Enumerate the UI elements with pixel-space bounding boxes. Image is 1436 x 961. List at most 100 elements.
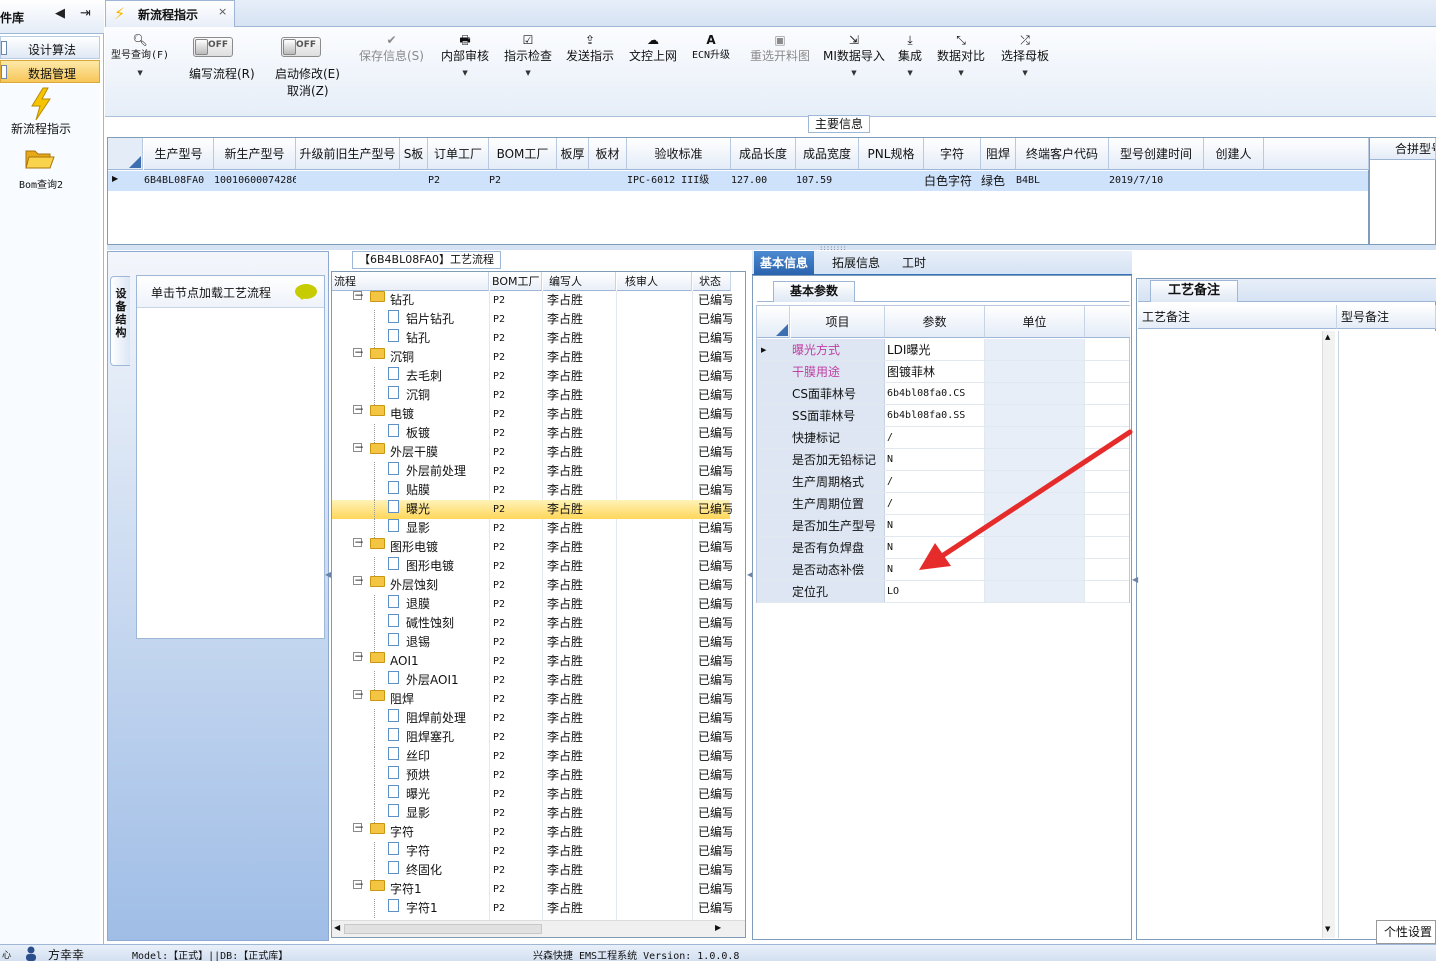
- col-header[interactable]: 阻焊: [981, 138, 1016, 170]
- scroll-down-icon[interactable]: ▼: [1325, 925, 1330, 933]
- row-cell[interactable]: B4BL: [1016, 171, 1109, 191]
- collapse-left-icon[interactable]: ◀: [55, 6, 65, 21]
- dropdown-arrow-icon[interactable]: ▼: [441, 66, 489, 80]
- col-flow[interactable]: 流程: [332, 272, 489, 291]
- scrollbar-thumb[interactable]: [344, 924, 542, 934]
- param-row[interactable]: CS面菲林号 6b4bl08fa0.CS: [757, 383, 1129, 405]
- row-cell[interactable]: 2019/7/10: [1109, 171, 1204, 191]
- param-row[interactable]: 定位孔 LO: [757, 581, 1129, 603]
- tree-row[interactable]: 字符 P2 李占胜 已编写: [332, 842, 732, 861]
- tree-row[interactable]: 钻孔 P2 李占胜 已编写: [332, 329, 732, 348]
- tree-row[interactable]: 阻焊塞孔 P2 李占胜 已编写: [332, 728, 732, 747]
- tree-row[interactable]: 显影 P2 李占胜 已编写: [332, 519, 732, 538]
- param-unit[interactable]: [985, 383, 1085, 404]
- row-cell[interactable]: [400, 171, 428, 191]
- compare-button[interactable]: ⤡ 数据对比 ▼: [937, 31, 985, 80]
- col-process-remark[interactable]: 工艺备注: [1138, 305, 1337, 329]
- row-cell[interactable]: 绿色: [981, 171, 1016, 191]
- param-unit[interactable]: [985, 339, 1085, 360]
- edit-flow-toggle[interactable]: OFF: [193, 37, 233, 57]
- library-item-data-management[interactable]: 数据管理: [0, 60, 100, 83]
- col-header[interactable]: 板材: [589, 138, 627, 170]
- tree-row[interactable]: − 外层干膜 P2 李占胜 已编写: [332, 441, 732, 462]
- tab-process-remark[interactable]: 工艺备注: [1150, 280, 1238, 302]
- horizontal-splitter[interactable]: [107, 245, 1436, 250]
- send-button[interactable]: ⇪ 发送指示: [566, 31, 614, 63]
- ecn-button[interactable]: A ECN升级: [692, 31, 730, 63]
- col-model-remark[interactable]: 型号备注: [1337, 305, 1436, 329]
- param-row[interactable]: SS面菲林号 6b4bl08fa0.SS: [757, 405, 1129, 427]
- dropdown-arrow-icon[interactable]: ▼: [504, 66, 552, 80]
- dropdown-arrow-icon[interactable]: ▼: [1001, 66, 1049, 80]
- upload-button[interactable]: ☁ 文控上网: [629, 31, 677, 63]
- close-icon[interactable]: ×: [218, 5, 227, 18]
- edit-flow-label[interactable]: 编写流程(R): [189, 65, 255, 82]
- tree-row[interactable]: − 外层蚀刻 P2 李占胜 已编写: [332, 574, 732, 595]
- collapse-node-icon[interactable]: −: [353, 688, 364, 700]
- collapse-arrow-icon[interactable]: ◀: [1132, 575, 1138, 584]
- col-param[interactable]: 参数: [885, 306, 985, 338]
- row-cell[interactable]: P2: [428, 171, 489, 191]
- tree-row[interactable]: − 阻焊 P2 李占胜 已编写: [332, 688, 732, 709]
- collapse-node-icon[interactable]: −: [353, 441, 364, 453]
- cancel-label[interactable]: 取消(Z): [287, 82, 329, 99]
- collapse-node-icon[interactable]: −: [353, 536, 364, 548]
- lightning-icon[interactable]: [29, 87, 53, 121]
- tree-row[interactable]: − 电镀 P2 李占胜 已编写: [332, 403, 732, 424]
- collapse-node-icon[interactable]: −: [353, 650, 364, 662]
- param-unit[interactable]: [985, 581, 1085, 602]
- param-value[interactable]: LO: [885, 581, 985, 602]
- start-modify-label[interactable]: 启动修改(E): [275, 65, 340, 82]
- col-header[interactable]: 型号创建时间: [1109, 138, 1204, 170]
- tab-basic-info[interactable]: 基本信息: [754, 251, 815, 275]
- tab-new-flow[interactable]: ⚡ 新流程指示 ×: [105, 0, 235, 27]
- col-header[interactable]: 生产型号: [144, 138, 214, 170]
- param-unit[interactable]: [985, 361, 1085, 382]
- pin-icon[interactable]: ⇥: [80, 6, 91, 21]
- collapse-node-icon[interactable]: −: [353, 574, 364, 586]
- param-value[interactable]: 6b4bl08fa0.SS: [885, 405, 985, 426]
- row-cell[interactable]: [589, 171, 627, 191]
- col-header[interactable]: 成品宽度: [796, 138, 859, 170]
- tree-row[interactable]: 预烘 P2 李占胜 已编写: [332, 766, 732, 785]
- dropdown-arrow-icon[interactable]: ▼: [111, 66, 169, 80]
- collapse-node-icon[interactable]: −: [353, 878, 364, 890]
- tree-row[interactable]: 退膜 P2 李占胜 已编写: [332, 595, 732, 614]
- collapse-node-icon[interactable]: −: [353, 291, 364, 301]
- library-item-design-algorithm[interactable]: 设计算法: [0, 36, 100, 59]
- param-row[interactable]: 干膜用途 图镀菲林: [757, 361, 1129, 383]
- mi-import-button[interactable]: ⇲ MI数据导入 ▼: [823, 31, 885, 80]
- structure-node-box[interactable]: 单击节点加载工艺流程: [136, 275, 325, 639]
- tab-basic-params[interactable]: 基本参数: [773, 281, 855, 302]
- row-cell[interactable]: 白色字符: [924, 171, 981, 191]
- row-cell[interactable]: 6B4BL08FA0: [144, 171, 214, 191]
- tree-row[interactable]: 去毛刺 P2 李占胜 已编写: [332, 367, 732, 386]
- tree-row[interactable]: 退锡 P2 李占胜 已编写: [332, 633, 732, 652]
- tree-row[interactable]: 板镀 P2 李占胜 已编写: [332, 424, 732, 443]
- shortcut-new-flow-label[interactable]: 新流程指示: [0, 120, 82, 137]
- row-cell[interactable]: P2: [489, 171, 557, 191]
- col-item[interactable]: 项目: [791, 306, 885, 338]
- tree-row[interactable]: − 钻孔 P2 李占胜 已编写: [332, 291, 732, 310]
- row-cell[interactable]: 107.59: [796, 171, 859, 191]
- col-header[interactable]: BOM工厂: [489, 138, 557, 170]
- tree-row[interactable]: 贴膜 P2 李占胜 已编写: [332, 481, 732, 500]
- col-unit[interactable]: 单位: [985, 306, 1085, 338]
- open-folder-icon[interactable]: [25, 146, 55, 170]
- col-author[interactable]: 编写人: [543, 272, 616, 291]
- collapse-node-icon[interactable]: −: [353, 403, 364, 415]
- param-unit[interactable]: [985, 405, 1085, 426]
- col-status[interactable]: 状态: [693, 272, 731, 291]
- tree-row[interactable]: 曝光 P2 李占胜 已编写: [332, 500, 732, 519]
- model-remark-area[interactable]: [1338, 331, 1436, 938]
- tree-row[interactable]: 显影 P2 李占胜 已编写: [332, 804, 732, 823]
- row-cell[interactable]: [296, 171, 400, 191]
- col-header[interactable]: 终端客户代码: [1016, 138, 1109, 170]
- choose-mother-button[interactable]: ⤮ 选择母板 ▼: [1001, 31, 1049, 80]
- param-value[interactable]: 6b4bl08fa0.CS: [885, 383, 985, 404]
- tree-row[interactable]: 外层AOI1 P2 李占胜 已编写: [332, 671, 732, 690]
- tab-work-hours[interactable]: 工时: [896, 251, 932, 275]
- collapse-node-icon[interactable]: −: [353, 821, 364, 833]
- integrate-button[interactable]: ⤓ 集成 ▼: [898, 31, 922, 80]
- row-cell[interactable]: 10010600074286: [214, 171, 296, 191]
